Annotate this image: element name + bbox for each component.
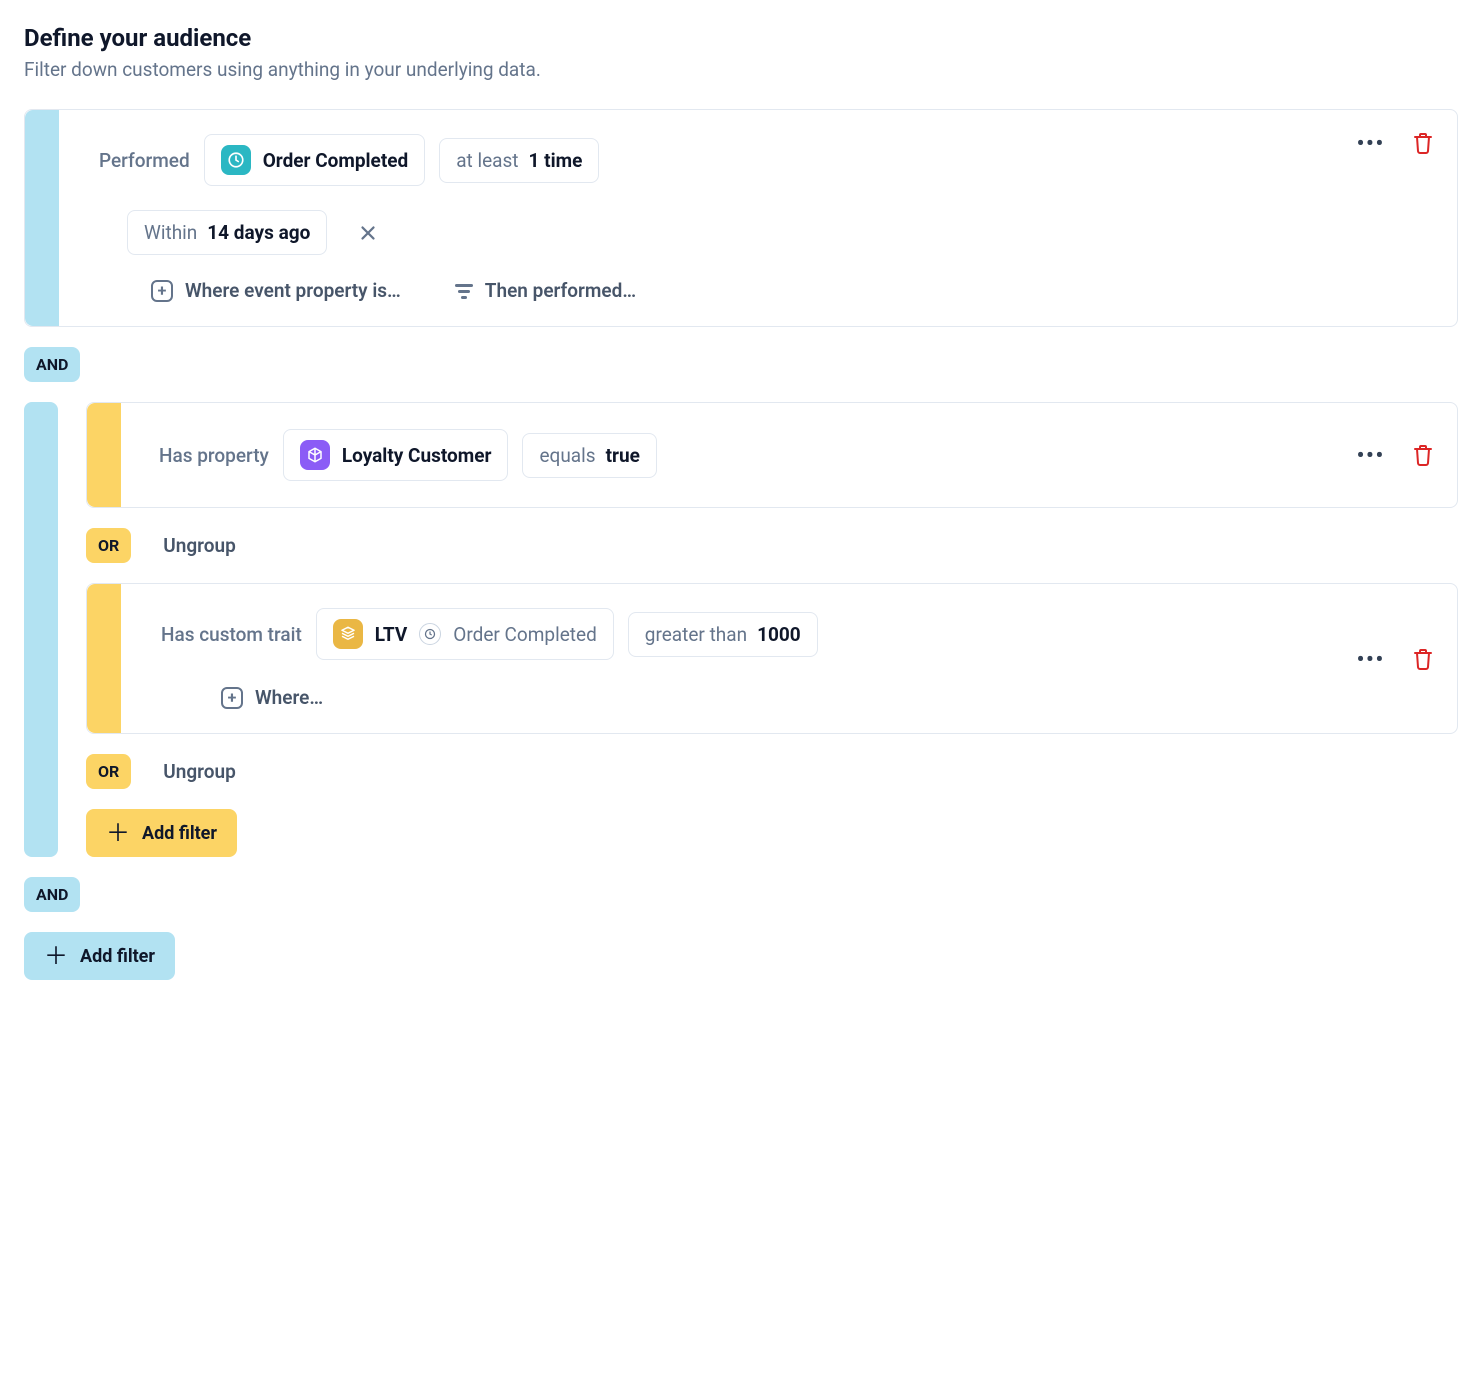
cube-icon (300, 440, 330, 470)
then-performed-button[interactable]: Then performed… (455, 279, 636, 302)
more-icon[interactable]: ••• (1357, 445, 1385, 465)
condition-block-property: ••• Has property Loyalty Customer equal (86, 402, 1458, 508)
has-trait-label: Has custom trait (161, 623, 302, 646)
property-pill[interactable]: Loyalty Customer (283, 429, 509, 481)
where-event-property-label: Where event property is… (185, 279, 401, 302)
layers-icon (333, 619, 363, 649)
more-icon[interactable]: ••• (1357, 649, 1385, 669)
within-pill[interactable]: Within 14 days ago (127, 210, 327, 255)
block-stripe (87, 403, 121, 507)
where-trait-button[interactable]: + Where… (221, 686, 323, 709)
or-badge: OR (86, 528, 131, 563)
add-filter-label: Add filter (142, 823, 217, 844)
ungroup-button[interactable]: Ungroup (163, 534, 236, 557)
ungroup-button[interactable]: Ungroup (163, 760, 236, 783)
and-badge: AND (24, 347, 80, 382)
op-value: 1000 (757, 623, 801, 646)
count-value: 1 time (529, 149, 583, 172)
filter-icon (455, 284, 473, 298)
page-subtitle: Filter down customers using anything in … (24, 58, 1458, 81)
greater-than-pill[interactable]: greater than 1000 (628, 612, 818, 657)
more-icon[interactable]: ••• (1357, 133, 1385, 153)
plus-icon: ＋ (106, 821, 130, 845)
has-property-label: Has property (159, 444, 269, 467)
trash-icon[interactable] (1413, 648, 1433, 670)
where-event-property-button[interactable]: + Where event property is… (151, 279, 401, 302)
then-performed-label: Then performed… (485, 279, 636, 302)
count-prefix: at least (456, 149, 518, 172)
trash-icon[interactable] (1413, 132, 1433, 154)
op-value: true (606, 444, 640, 467)
where-trait-label: Where… (255, 686, 323, 709)
condition-block-performed: ••• Performed Order Completed at least 1… (24, 109, 1458, 327)
group-stripe (24, 402, 58, 857)
block-stripe (87, 584, 121, 733)
trait-event: Order Completed (453, 623, 597, 646)
property-name: Loyalty Customer (342, 444, 492, 467)
and-badge: AND (24, 877, 80, 912)
page-title: Define your audience (24, 24, 1458, 52)
op-prefix: equals (539, 444, 595, 467)
close-icon[interactable] (357, 222, 379, 244)
plus-box-icon: + (151, 280, 173, 302)
op-prefix: greater than (645, 623, 747, 646)
event-pill[interactable]: Order Completed (204, 134, 426, 186)
within-prefix: Within (144, 221, 197, 244)
within-value: 14 days ago (207, 221, 310, 244)
plus-box-icon: + (221, 687, 243, 709)
event-name: Order Completed (263, 149, 409, 172)
condition-block-trait: ••• Has custom trait LTV (86, 583, 1458, 734)
add-filter-and-button[interactable]: ＋ Add filter (24, 932, 175, 980)
trait-pill[interactable]: LTV Order Completed (316, 608, 614, 660)
trash-icon[interactable] (1413, 444, 1433, 466)
add-filter-label: Add filter (80, 946, 155, 967)
clock-small-icon (419, 623, 441, 645)
block-stripe (25, 110, 59, 326)
count-pill[interactable]: at least 1 time (439, 138, 599, 183)
trait-name: LTV (375, 623, 408, 646)
plus-icon: ＋ (44, 944, 68, 968)
clock-icon (221, 145, 251, 175)
equals-pill[interactable]: equals true (522, 433, 656, 478)
performed-label: Performed (99, 149, 190, 172)
add-filter-or-button[interactable]: ＋ Add filter (86, 809, 237, 857)
or-badge: OR (86, 754, 131, 789)
